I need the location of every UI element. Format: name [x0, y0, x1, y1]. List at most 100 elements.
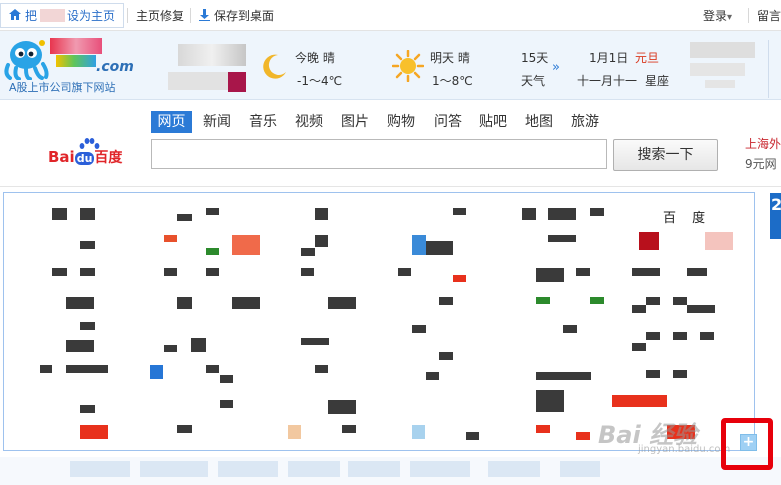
site-link[interactable]: [632, 305, 646, 313]
site-link[interactable]: [536, 425, 550, 433]
site-link[interactable]: [673, 370, 687, 378]
tab-web[interactable]: 网页: [151, 111, 192, 133]
site-link[interactable]: [687, 268, 707, 276]
site-link[interactable]: [646, 332, 660, 340]
site-link[interactable]: [398, 268, 411, 276]
site-link[interactable]: [80, 405, 95, 413]
tab-qa[interactable]: 问答: [431, 111, 465, 133]
site-link[interactable]: [301, 248, 315, 256]
site-link[interactable]: [177, 214, 192, 221]
tab-travel[interactable]: 旅游: [568, 111, 602, 133]
tab-images[interactable]: 图片: [338, 111, 372, 133]
home-repair-link[interactable]: 主页修复: [136, 8, 184, 24]
site-link[interactable]: [705, 232, 733, 250]
site-link[interactable]: [563, 325, 577, 333]
bottom-link[interactable]: [218, 461, 278, 477]
site-link[interactable]: [52, 268, 67, 276]
site-link[interactable]: [639, 232, 659, 250]
site-link[interactable]: [164, 235, 177, 242]
site-link[interactable]: [687, 305, 715, 313]
site-link[interactable]: [412, 325, 426, 333]
bottom-link[interactable]: [140, 461, 208, 477]
site-link[interactable]: [700, 332, 714, 340]
weather-tomorrow[interactable]: 明天 晴: [430, 49, 470, 66]
site-link[interactable]: [453, 275, 466, 282]
bottom-link[interactable]: [70, 461, 130, 477]
site-link[interactable]: [632, 343, 646, 351]
bottom-link[interactable]: [288, 461, 340, 477]
site-link[interactable]: [439, 297, 453, 305]
site-link[interactable]: [576, 432, 590, 440]
site-link[interactable]: [164, 345, 177, 352]
site-link-baidu[interactable]: 百 度: [663, 207, 711, 226]
site-link[interactable]: [80, 208, 95, 220]
tab-map[interactable]: 地图: [522, 111, 556, 133]
site-link[interactable]: [80, 425, 108, 439]
site-link[interactable]: [206, 268, 219, 276]
site-link[interactable]: [548, 208, 576, 220]
site-link[interactable]: [673, 332, 687, 340]
site-link[interactable]: [177, 425, 192, 433]
site-link[interactable]: [612, 395, 667, 407]
site-link[interactable]: [646, 297, 660, 305]
calendar-date[interactable]: 1月1日: [589, 49, 628, 66]
expand-arrow-icon[interactable]: »: [552, 60, 560, 75]
save-to-desktop-link[interactable]: 保存到桌面: [214, 8, 274, 24]
site-link[interactable]: [328, 297, 356, 309]
site-link[interactable]: [220, 400, 233, 408]
site-link[interactable]: [232, 297, 260, 309]
site-link[interactable]: [301, 338, 329, 345]
site-link[interactable]: [536, 390, 564, 412]
site-link[interactable]: [632, 268, 660, 276]
site-link[interactable]: [466, 432, 479, 440]
search-button[interactable]: 搜索一下: [613, 139, 718, 171]
site-link[interactable]: [328, 400, 356, 414]
tab-video[interactable]: 视频: [292, 111, 326, 133]
site-link[interactable]: [426, 241, 453, 255]
site-link[interactable]: [80, 268, 95, 276]
login-link[interactable]: 登录▾: [703, 8, 732, 26]
message-link[interactable]: 留言: [757, 8, 781, 24]
site-link[interactable]: [536, 297, 550, 304]
tab-tieba[interactable]: 贴吧: [476, 111, 510, 133]
site-link[interactable]: [206, 248, 219, 255]
site-link[interactable]: [590, 208, 604, 216]
site-link[interactable]: [315, 365, 328, 373]
weather-tonight[interactable]: 今晚 晴: [295, 49, 335, 66]
site-link[interactable]: [548, 235, 576, 242]
site-link[interactable]: [646, 370, 660, 378]
site-link[interactable]: [673, 297, 687, 305]
tab-shopping[interactable]: 购物: [384, 111, 418, 133]
site-link[interactable]: [301, 268, 314, 276]
site-link[interactable]: [150, 365, 163, 379]
site-link[interactable]: [66, 365, 108, 373]
site-link[interactable]: [164, 268, 177, 276]
site-link[interactable]: [40, 365, 52, 373]
site-link[interactable]: [536, 372, 591, 380]
site-link[interactable]: [412, 235, 426, 255]
site-link[interactable]: [177, 297, 192, 309]
site-link[interactable]: [426, 372, 439, 380]
site-link[interactable]: [288, 425, 301, 439]
site-link[interactable]: [315, 235, 328, 247]
weather-15days[interactable]: 15天: [521, 49, 548, 66]
site-link[interactable]: [315, 208, 328, 220]
site-link[interactable]: [522, 208, 536, 220]
search-input[interactable]: [151, 139, 607, 169]
weather-15days-sub[interactable]: 天气: [521, 72, 545, 89]
tab-music[interactable]: 音乐: [246, 111, 280, 133]
bottom-link[interactable]: [560, 461, 600, 477]
site-link[interactable]: [342, 425, 356, 433]
site-link[interactable]: [453, 208, 466, 215]
site-link[interactable]: [52, 208, 67, 220]
site-link[interactable]: [66, 340, 94, 352]
site-link[interactable]: [191, 338, 206, 352]
site-link[interactable]: [536, 268, 564, 282]
site-link[interactable]: [220, 375, 233, 383]
site-link[interactable]: [232, 235, 260, 255]
calendar-holiday[interactable]: 元旦: [635, 49, 659, 66]
tab-news[interactable]: 新闻: [200, 111, 234, 133]
promo-link[interactable]: 上海外: [745, 135, 781, 152]
octopus-logo[interactable]: [2, 38, 50, 81]
site-link[interactable]: [66, 297, 94, 309]
